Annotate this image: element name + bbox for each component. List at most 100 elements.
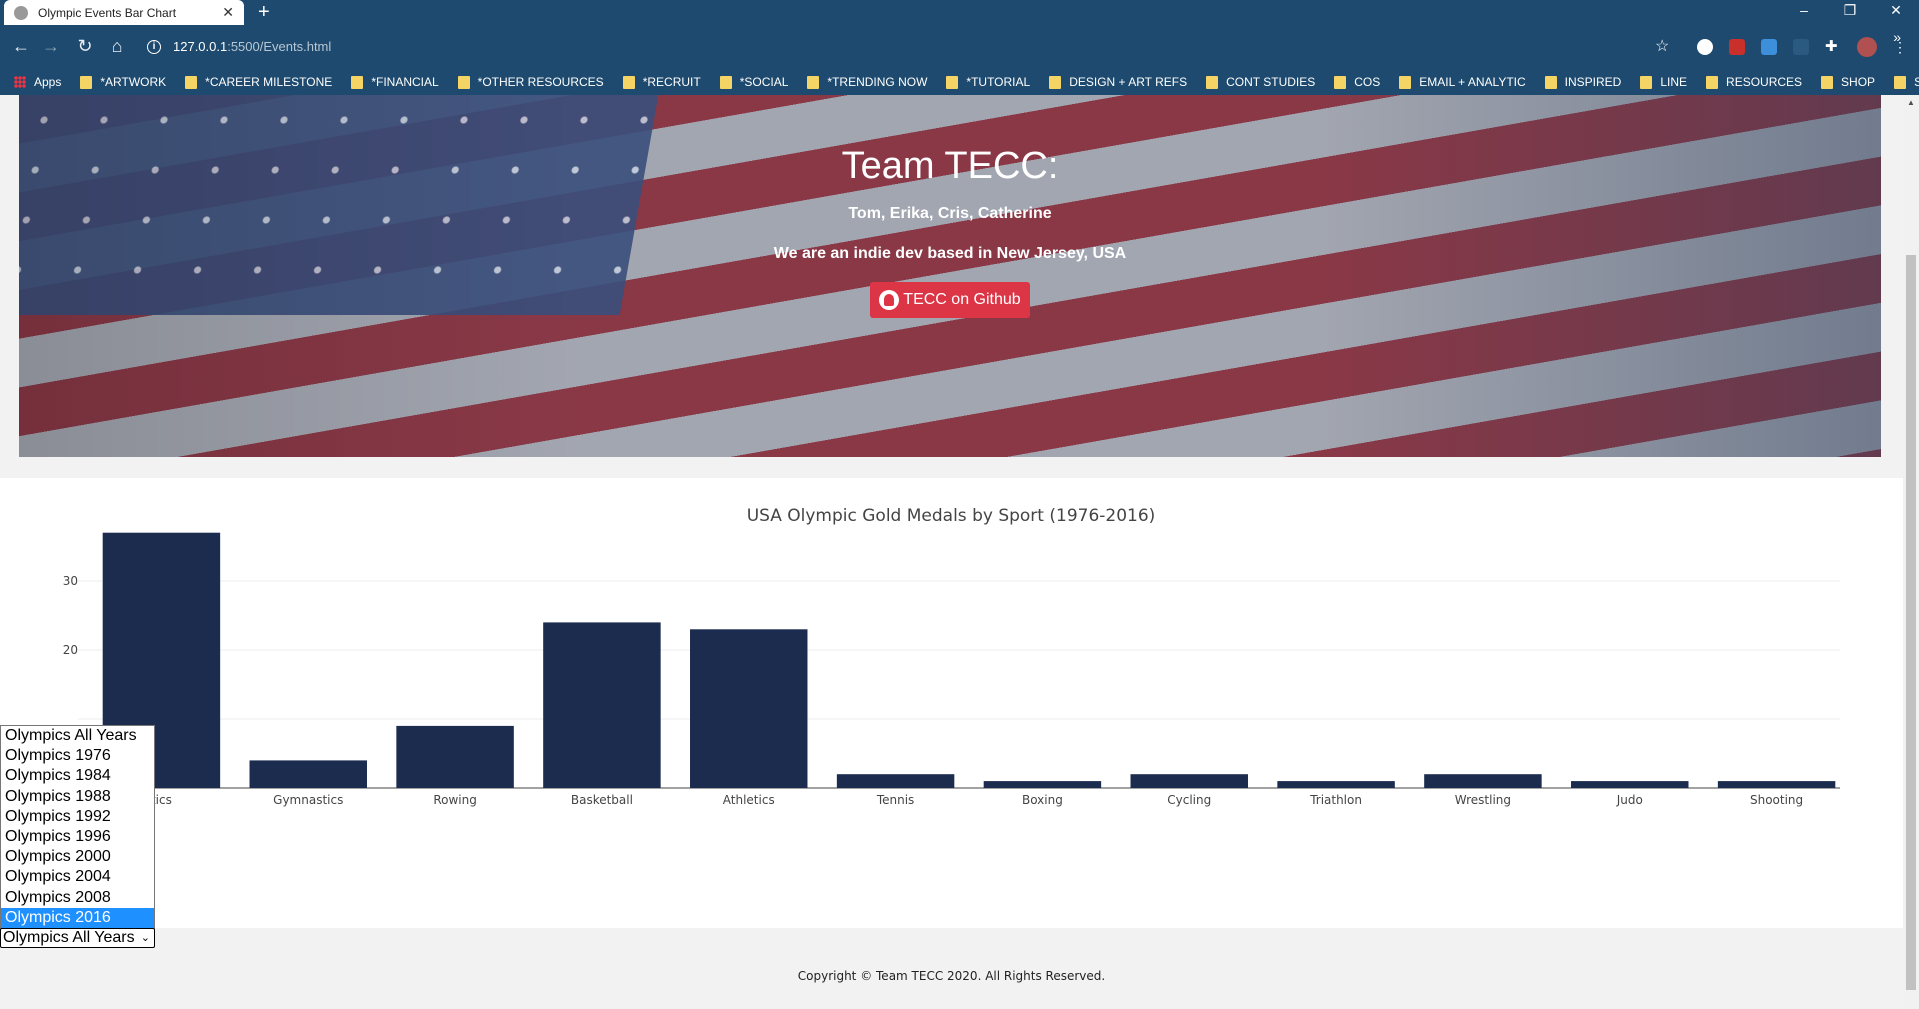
x-tick-label: Basketball [571, 793, 633, 807]
bookmark-item[interactable]: *OTHER RESOURCES [457, 75, 604, 89]
home-icon[interactable]: ⌂ [104, 33, 130, 59]
bookmark-star-icon[interactable]: ☆ [1655, 36, 1669, 56]
year-dropdown-list: Olympics All Years Olympics 1976 Olympics … [0, 725, 155, 929]
tab-title: Olympic Events Bar Chart [38, 5, 177, 20]
bar-tennis[interactable] [836, 774, 955, 788]
bookmark-item[interactable]: SHOWS [1894, 75, 1919, 89]
scrollbar[interactable]: ▲ [1903, 95, 1919, 1009]
browser-tab[interactable]: Olympic Events Bar Chart ✕ [4, 0, 244, 25]
bookmark-item[interactable]: INSPIRED [1544, 75, 1622, 89]
bookmark-item[interactable]: RESOURCES [1706, 75, 1802, 89]
bar-cycling[interactable] [1130, 774, 1248, 788]
bar-gymnastics[interactable] [249, 760, 367, 788]
bookmark-item[interactable]: DESIGN + ART REFS [1049, 75, 1187, 89]
extension-icon[interactable] [1793, 39, 1809, 55]
dropdown-option[interactable]: Olympics 1984 [1, 766, 154, 786]
bar-wrestling[interactable] [1424, 774, 1542, 788]
bookmark-label: *ARTWORK [100, 75, 167, 89]
extension-icon[interactable] [1761, 39, 1777, 55]
bookmark-label: CONT STUDIES [1226, 75, 1316, 89]
dropdown-option[interactable]: Olympics 1988 [1, 787, 154, 807]
bar-boxing[interactable] [983, 781, 1102, 788]
x-tick-label: Judo [1616, 793, 1643, 807]
dropdown-option[interactable]: Olympics 2016 [1, 907, 154, 928]
bookmark-item[interactable]: *CAREER MILESTONE [185, 75, 332, 89]
bar-judo[interactable] [1571, 781, 1689, 788]
globe-icon [14, 5, 28, 20]
folder-icon [1706, 75, 1719, 89]
folder-icon [1334, 75, 1347, 89]
new-tab-icon[interactable]: + [258, 0, 270, 25]
puzzle-icon[interactable]: ✚ [1825, 39, 1841, 55]
bar-athletics[interactable] [690, 629, 808, 788]
info-icon[interactable]: i [147, 40, 161, 54]
dropdown-option[interactable]: Olympics 2000 [1, 847, 154, 867]
bookmark-item[interactable]: COS [1334, 75, 1380, 89]
bookmark-label: SHOWS [1914, 75, 1919, 89]
bookmark-label: INSPIRED [1564, 75, 1622, 89]
bookmark-item[interactable]: *SOCIAL [719, 75, 789, 89]
folder-icon [1894, 75, 1907, 89]
github-button[interactable]: TECC on Github [870, 282, 1030, 318]
x-tick-label: Wrestling [1455, 793, 1511, 807]
bar-shooting[interactable] [1717, 781, 1836, 788]
folder-icon [351, 75, 364, 89]
bookmark-item[interactable]: SHOP [1821, 75, 1875, 89]
dropdown-option[interactable]: Olympics 1992 [1, 807, 154, 827]
bar-rowing[interactable] [396, 725, 514, 788]
dropdown-option[interactable]: Olympics 2004 [1, 867, 154, 887]
scroll-up-icon[interactable]: ▲ [1907, 98, 1915, 107]
bookmark-label: *SOCIAL [739, 75, 789, 89]
folder-icon [1049, 75, 1062, 89]
bookmark-item[interactable]: LINE [1640, 75, 1687, 89]
bookmark-label: Apps [34, 75, 62, 89]
back-icon[interactable]: ← [8, 33, 34, 59]
address-bar[interactable]: i 127.0.0.1:5500/Events.html [139, 35, 1682, 59]
forward-icon[interactable]: → [38, 33, 64, 59]
dropdown-option[interactable]: Olympics 1976 [1, 746, 154, 766]
chevron-down-icon: ⌄ [140, 932, 150, 944]
chevron-right-icon[interactable]: » [1893, 29, 1901, 45]
reload-icon[interactable]: ↻ [72, 33, 98, 59]
x-tick-label: Gymnastics [273, 793, 343, 807]
dropdown-option[interactable]: Olympics 1996 [1, 827, 154, 847]
minimize-icon[interactable]: – [1784, 0, 1824, 22]
browser-tab-strip: Olympic Events Bar Chart ✕ + – ❐ ✕ [0, 0, 1919, 25]
chart-section: tics Gymnastics Rowing Basketball Athletics T… [0, 478, 1903, 928]
bookmark-label: EMAIL + ANALYTIC [1419, 75, 1526, 89]
bookmark-label: RESOURCES [1726, 75, 1803, 89]
year-select[interactable]: Olympics All Years ⌄ [0, 928, 155, 948]
scrollbar-thumb[interactable] [1906, 255, 1916, 990]
bookmark-item[interactable]: *ARTWORK [80, 75, 166, 89]
dropdown-option[interactable]: Olympics All Years [1, 726, 154, 746]
avatar[interactable] [1857, 37, 1877, 57]
bookmark-item[interactable]: CONT STUDIES [1206, 75, 1315, 89]
bookmark-label: COS [1354, 75, 1381, 89]
bookmark-item[interactable]: *FINANCIAL [351, 75, 439, 89]
bookmark-item[interactable]: *RECRUIT [622, 75, 701, 89]
bookmark-item[interactable]: *TRENDING NOW [807, 75, 927, 89]
bookmark-apps[interactable]: Apps [14, 75, 61, 89]
folder-icon [1399, 75, 1412, 89]
bar-basketball[interactable] [543, 622, 661, 788]
bookmark-label: *FINANCIAL [371, 75, 439, 89]
bar-triathlon[interactable] [1277, 781, 1395, 788]
github-icon [879, 290, 900, 310]
bookmark-item[interactable]: EMAIL + ANALYTIC [1399, 75, 1526, 89]
bookmark-label: LINE [1660, 75, 1688, 89]
dropdown-option[interactable]: Olympics 2008 [1, 888, 154, 908]
x-tick-label: Triathlon [1309, 793, 1362, 807]
folder-icon [1206, 75, 1219, 89]
pdf-extension-icon[interactable] [1729, 39, 1745, 55]
bookmark-label: DESIGN + ART REFS [1069, 75, 1188, 89]
close-tab-icon[interactable]: ✕ [222, 4, 234, 21]
bookmark-item[interactable]: *TUTORIAL [946, 75, 1030, 89]
restore-icon[interactable]: ❐ [1830, 0, 1870, 22]
team-description: We are an indie dev based in New Jersey,… [773, 245, 1127, 262]
bookmark-label: SHOP [1841, 75, 1876, 89]
x-tick-label: Boxing [1022, 793, 1063, 807]
bookmark-label: *RECRUIT [642, 75, 701, 89]
close-window-icon[interactable]: ✕ [1876, 0, 1916, 22]
browser-toolbar: ← → ↻ ⌂ i 127.0.0.1:5500/Events.html ☆ ✚… [0, 25, 1919, 95]
extension-icon[interactable] [1697, 39, 1713, 55]
